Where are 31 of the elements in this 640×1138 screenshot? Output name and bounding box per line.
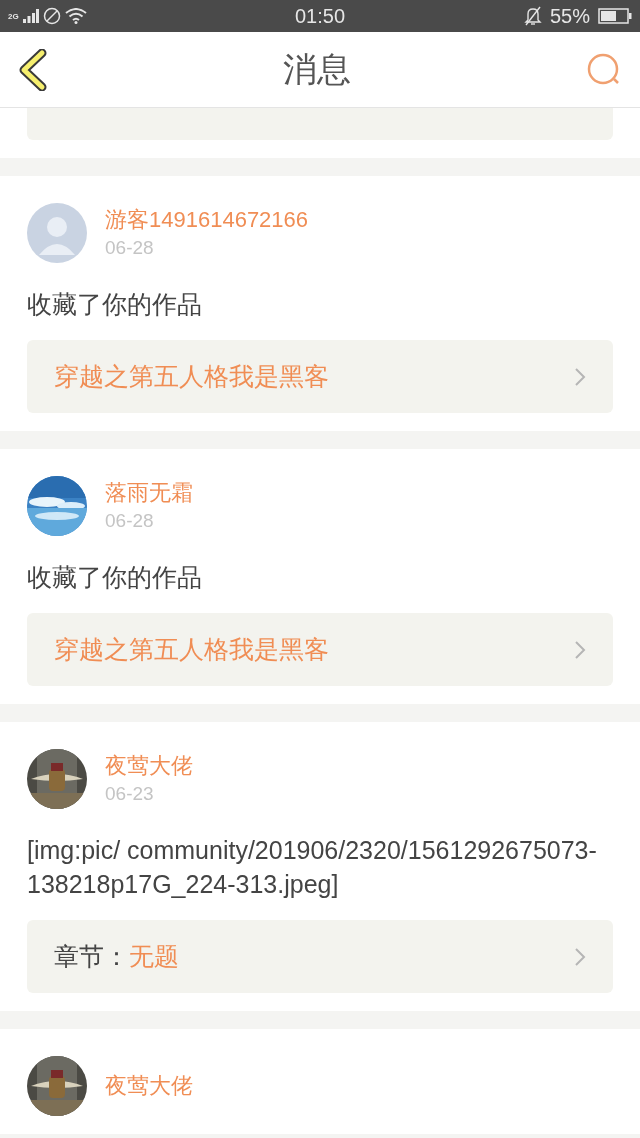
battery-percent: 55%: [549, 4, 590, 29]
link-prefix: 章节：: [54, 940, 129, 972]
link-card[interactable]: 章节：无题: [27, 920, 613, 993]
link-card[interactable]: 穿越之第五人格我是黑客: [27, 340, 613, 413]
message-date: 06-28: [105, 237, 155, 259]
wifi-icon: [64, 8, 87, 24]
blocked-icon: [42, 7, 61, 25]
link-title: 穿越之第五人格我是黑客: [54, 633, 330, 665]
message-date: 06-28: [105, 510, 155, 532]
signal-icon: [22, 9, 39, 23]
chevron-right-icon: [574, 946, 586, 967]
user-name[interactable]: 夜莺大佬: [105, 1073, 193, 1099]
bell-off-icon: [523, 6, 542, 26]
battery-icon: [598, 8, 632, 24]
link-title: 穿越之第五人格我是黑客: [54, 360, 330, 392]
link-card[interactable]: 穿越之第五人格我是黑客: [27, 613, 613, 686]
message-text: 收藏了你的作品: [27, 289, 203, 320]
message-text: 收藏了你的作品: [27, 562, 203, 593]
user-name[interactable]: 夜莺大佬: [105, 753, 193, 779]
page-title: 消息: [282, 49, 352, 90]
link-title: 无题: [129, 940, 180, 972]
user-name[interactable]: 游客1491614672166: [105, 207, 309, 233]
chevron-right-icon: [574, 639, 586, 660]
clock: 01:50: [293, 4, 347, 29]
back-button[interactable]: [18, 48, 48, 91]
chevron-right-icon: [574, 366, 586, 387]
message-text: [img:pic/ community/201906/2320/1561292675073-138218p17G_224-313.jpeg]: [27, 835, 598, 900]
network-label: 2G: [8, 13, 19, 21]
message-date: 06-23: [105, 783, 155, 805]
avatar-icon: [27, 203, 87, 263]
user-name[interactable]: 落雨无霜: [105, 480, 193, 506]
